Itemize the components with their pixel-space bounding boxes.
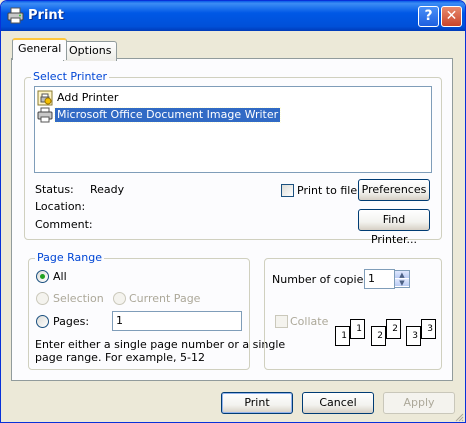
tab-general[interactable]: General [12, 38, 68, 60]
collate-label[interactable]: Collate [290, 315, 328, 328]
select-printer-group-label: Select Printer [31, 70, 110, 83]
print-to-file-label[interactable]: Print to file [297, 184, 357, 197]
page-range-group-label: Page Range [35, 251, 104, 264]
collate-page-icon: 2 [371, 326, 386, 346]
page-range-current-page-label[interactable]: Current Page [129, 292, 200, 305]
printer-icon [37, 107, 53, 123]
collate-page-icon: 1 [335, 326, 350, 346]
tab-options[interactable]: Options [63, 41, 118, 61]
number-of-copies-input[interactable]: 1 [364, 269, 395, 289]
page-range-all-label[interactable]: All [53, 270, 67, 283]
status-value: Ready [90, 183, 125, 196]
status-label: Status: [35, 183, 74, 196]
location-label: Location: [35, 200, 86, 213]
print-button[interactable]: Print [221, 392, 293, 414]
printer-item-label: Microsoft Office Document Image Writer [53, 107, 282, 123]
apply-button[interactable]: Apply [383, 392, 455, 414]
page-range-selection-radio[interactable] [36, 292, 49, 305]
cancel-button[interactable]: Cancel [302, 392, 374, 414]
printer-item-add-printer[interactable]: Add Printer [37, 90, 120, 106]
resize-grip-icon[interactable] [454, 412, 464, 422]
window-title: Print [28, 8, 64, 23]
page-range-current-page-radio[interactable] [113, 292, 126, 305]
preferences-button[interactable]: Preferences [358, 179, 430, 201]
add-printer-icon [37, 90, 53, 106]
close-icon: ✕ [445, 8, 458, 24]
close-button[interactable]: ✕ [441, 6, 462, 27]
print-to-file-checkbox[interactable] [281, 184, 294, 197]
printer-item-image-writer[interactable]: Microsoft Office Document Image Writer [37, 107, 282, 123]
spin-down-icon[interactable]: ▼ [395, 279, 409, 287]
collate-page-icon: 2 [386, 319, 401, 339]
collate-page-icon: 3 [421, 319, 436, 339]
number-of-copies-label: Number of copies: [272, 273, 373, 286]
find-printer-button[interactable]: Find Printer... [358, 209, 430, 246]
page-range-selection-label[interactable]: Selection [53, 292, 104, 305]
printer-item-label: Add Printer [57, 91, 119, 104]
help-button[interactable]: ? [418, 6, 439, 27]
collate-page-icon: 1 [350, 319, 365, 339]
title-bar[interactable]: Print ? ✕ [1, 1, 465, 31]
collate-checkbox[interactable] [275, 315, 288, 328]
page-range-pages-label[interactable]: Pages: [53, 315, 89, 328]
collate-page-icon: 3 [406, 326, 421, 346]
page-range-pages-radio[interactable] [36, 315, 49, 328]
spin-up-icon[interactable]: ▲ [395, 271, 409, 279]
pages-input[interactable]: 1 [112, 311, 242, 331]
printer-icon [7, 7, 24, 24]
page-range-help-line2: page range. For example, 5-12 [35, 351, 205, 364]
comment-label: Comment: [35, 218, 93, 231]
printer-list[interactable]: Add Printer Microsoft Office Document Im… [34, 86, 432, 173]
page-range-help-line1: Enter either a single page number or a s… [35, 338, 286, 351]
print-dialog: Print ? ✕ General Options Select Printer… [0, 0, 466, 423]
copies-spinner[interactable]: ▲ ▼ [394, 270, 410, 288]
page-range-all-radio[interactable] [36, 270, 49, 283]
